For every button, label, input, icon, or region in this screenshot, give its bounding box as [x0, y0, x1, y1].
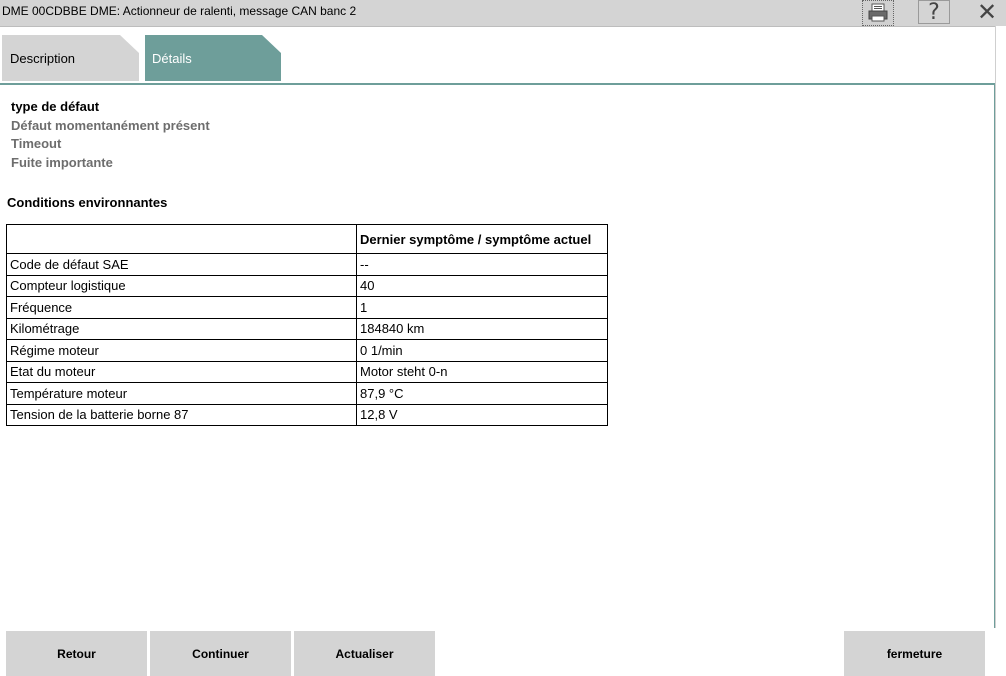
title-bar: DME 00CDBBE DME: Actionneur de ralenti, …: [0, 0, 1006, 27]
scrollbar[interactable]: [995, 26, 1006, 628]
close-icon: ✕: [976, 0, 998, 26]
environment-table: Dernier symptôme / symptôme actuel Code …: [6, 224, 608, 426]
table-cell-value: 1: [356, 296, 608, 319]
fault-type-item: Timeout: [11, 136, 62, 151]
fault-type-title: type de défaut: [11, 99, 100, 114]
close-window-button[interactable]: ✕: [972, 0, 1002, 26]
table-header-cell: [6, 224, 357, 254]
table-header-row: Dernier symptôme / symptôme actuel: [6, 224, 608, 254]
table-cell-label: Compteur logistique: [6, 274, 357, 297]
help-button[interactable]: ?: [918, 0, 950, 25]
table-row: Température moteur 87,9 °C: [6, 382, 608, 405]
continue-button[interactable]: Continuer: [150, 631, 291, 676]
table-cell-label: Code de défaut SAE: [6, 253, 357, 276]
table-cell-value: 87,9 °C: [356, 382, 608, 405]
table-header-cell: Dernier symptôme / symptôme actuel: [356, 224, 608, 254]
table-cell-value: Motor steht 0-n: [356, 360, 608, 383]
table-cell-label: Tension de la batterie borne 87: [6, 403, 357, 426]
close-button[interactable]: fermeture: [844, 631, 985, 676]
table-cell-label: Régime moteur: [6, 339, 357, 362]
back-button[interactable]: Retour: [6, 631, 147, 676]
tab-details[interactable]: Détails: [145, 35, 281, 81]
window-title: DME 00CDBBE DME: Actionneur de ralenti, …: [2, 4, 357, 18]
table-cell-label: Etat du moteur: [6, 360, 357, 383]
table-row: Tension de la batterie borne 87 12,8 V: [6, 403, 608, 426]
table-row: Etat du moteur Motor steht 0-n: [6, 360, 608, 383]
table-cell-label: Fréquence: [6, 296, 357, 319]
printer-icon: [868, 3, 888, 22]
fault-type-item: Fuite importante: [11, 155, 113, 170]
tab-description[interactable]: Description: [2, 35, 139, 81]
table-row: Régime moteur 0 1/min: [6, 339, 608, 362]
environment-conditions-title: Conditions environnantes: [7, 195, 168, 210]
tab-description-label: Description: [10, 51, 76, 66]
table-cell-value: 0 1/min: [356, 339, 608, 362]
tab-details-label: Détails: [152, 51, 192, 66]
help-icon: ?: [928, 0, 940, 25]
table-row: Fréquence 1: [6, 296, 608, 319]
table-cell-label: Kilométrage: [6, 317, 357, 340]
fault-type-item: Défaut momentanément présent: [11, 118, 210, 133]
refresh-button[interactable]: Actualiser: [294, 631, 435, 676]
table-cell-value: 40: [356, 274, 608, 297]
table-row: Code de défaut SAE --: [6, 253, 608, 276]
print-button[interactable]: [862, 0, 894, 26]
table-cell-value: 12,8 V: [356, 403, 608, 426]
table-cell-value: 184840 km: [356, 317, 608, 340]
table-cell-value: --: [356, 253, 608, 276]
table-row: Compteur logistique 40: [6, 274, 608, 297]
table-cell-label: Température moteur: [6, 382, 357, 405]
table-row: Kilométrage 184840 km: [6, 317, 608, 340]
